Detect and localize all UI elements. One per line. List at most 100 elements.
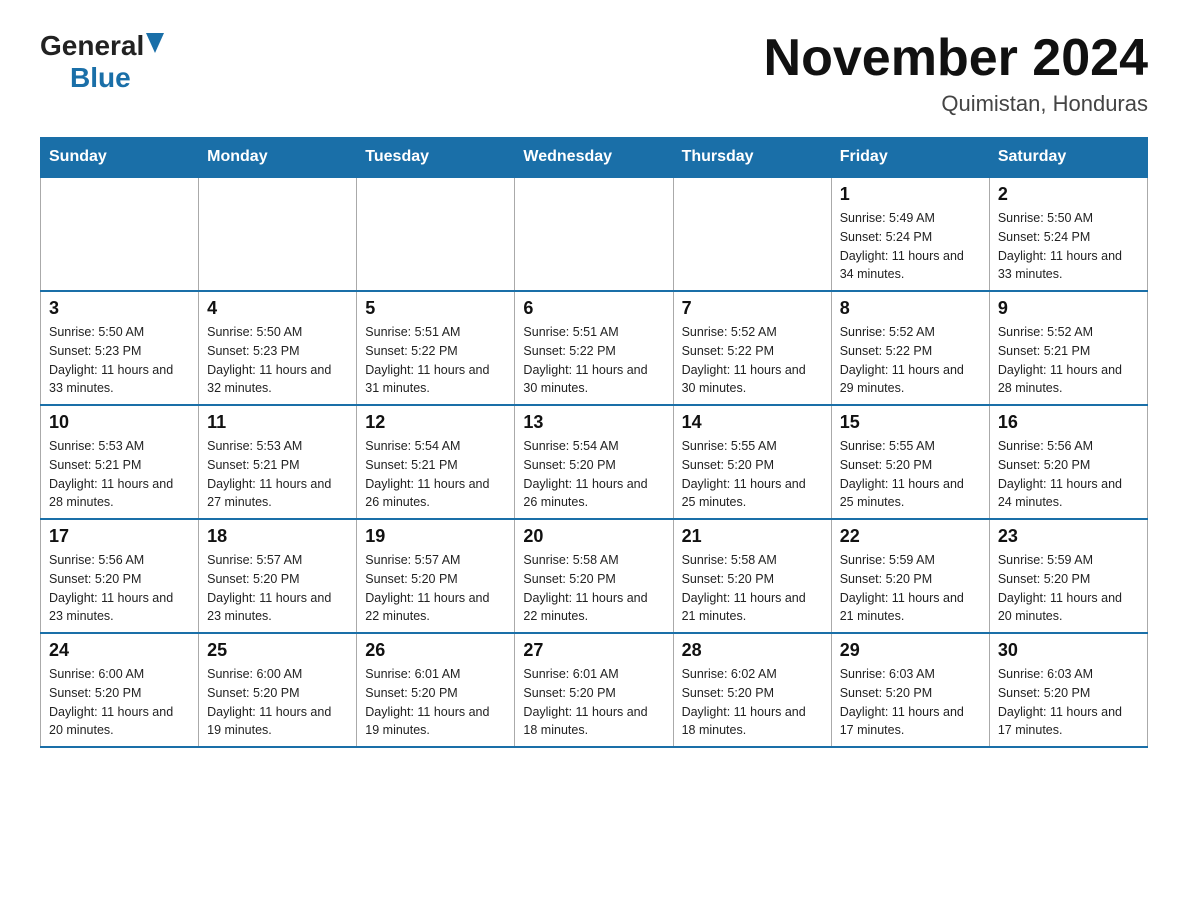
cell-week2-day1: 4 Sunrise: 5:50 AMSunset: 5:23 PMDaylight… bbox=[199, 291, 357, 405]
logo: General Blue bbox=[40, 30, 164, 94]
day-info-17: Sunrise: 5:56 AMSunset: 5:20 PMDaylight:… bbox=[49, 551, 190, 626]
day-number-19: 19 bbox=[365, 526, 506, 547]
cell-week3-day3: 13 Sunrise: 5:54 AMSunset: 5:20 PMDayligh… bbox=[515, 405, 673, 519]
day-info-23: Sunrise: 5:59 AMSunset: 5:20 PMDaylight:… bbox=[998, 551, 1139, 626]
day-number-17: 17 bbox=[49, 526, 190, 547]
day-info-7: Sunrise: 5:52 AMSunset: 5:22 PMDaylight:… bbox=[682, 323, 823, 398]
day-number-6: 6 bbox=[523, 298, 664, 319]
day-info-29: Sunrise: 6:03 AMSunset: 5:20 PMDaylight:… bbox=[840, 665, 981, 740]
header-friday: Friday bbox=[831, 138, 989, 178]
month-title: November 2024 bbox=[764, 30, 1148, 87]
day-info-6: Sunrise: 5:51 AMSunset: 5:22 PMDaylight:… bbox=[523, 323, 664, 398]
day-info-4: Sunrise: 5:50 AMSunset: 5:23 PMDaylight:… bbox=[207, 323, 348, 398]
day-info-15: Sunrise: 5:55 AMSunset: 5:20 PMDaylight:… bbox=[840, 437, 981, 512]
day-info-21: Sunrise: 5:58 AMSunset: 5:20 PMDaylight:… bbox=[682, 551, 823, 626]
day-number-15: 15 bbox=[840, 412, 981, 433]
weekday-header-row: SundayMondayTuesdayWednesdayThursdayFrid… bbox=[41, 138, 1148, 178]
day-info-22: Sunrise: 5:59 AMSunset: 5:20 PMDaylight:… bbox=[840, 551, 981, 626]
day-info-10: Sunrise: 5:53 AMSunset: 5:21 PMDaylight:… bbox=[49, 437, 190, 512]
day-number-4: 4 bbox=[207, 298, 348, 319]
cell-week3-day0: 10 Sunrise: 5:53 AMSunset: 5:21 PMDayligh… bbox=[41, 405, 199, 519]
page-header: General Blue November 2024 Quimistan, Ho… bbox=[40, 30, 1148, 117]
logo-general-text: General bbox=[40, 30, 144, 62]
calendar-table: SundayMondayTuesdayWednesdayThursdayFrid… bbox=[40, 137, 1148, 748]
day-number-13: 13 bbox=[523, 412, 664, 433]
cell-week5-day1: 25 Sunrise: 6:00 AMSunset: 5:20 PMDayligh… bbox=[199, 633, 357, 747]
week-row-3: 10 Sunrise: 5:53 AMSunset: 5:21 PMDayligh… bbox=[41, 405, 1148, 519]
cell-week5-day2: 26 Sunrise: 6:01 AMSunset: 5:20 PMDayligh… bbox=[357, 633, 515, 747]
header-tuesday: Tuesday bbox=[357, 138, 515, 178]
cell-week4-day6: 23 Sunrise: 5:59 AMSunset: 5:20 PMDayligh… bbox=[989, 519, 1147, 633]
cell-week4-day0: 17 Sunrise: 5:56 AMSunset: 5:20 PMDayligh… bbox=[41, 519, 199, 633]
header-thursday: Thursday bbox=[673, 138, 831, 178]
cell-week2-day2: 5 Sunrise: 5:51 AMSunset: 5:22 PMDaylight… bbox=[357, 291, 515, 405]
day-number-22: 22 bbox=[840, 526, 981, 547]
day-number-11: 11 bbox=[207, 412, 348, 433]
day-info-11: Sunrise: 5:53 AMSunset: 5:21 PMDaylight:… bbox=[207, 437, 348, 512]
day-info-12: Sunrise: 5:54 AMSunset: 5:21 PMDaylight:… bbox=[365, 437, 506, 512]
cell-week4-day3: 20 Sunrise: 5:58 AMSunset: 5:20 PMDayligh… bbox=[515, 519, 673, 633]
cell-week4-day5: 22 Sunrise: 5:59 AMSunset: 5:20 PMDayligh… bbox=[831, 519, 989, 633]
cell-week5-day5: 29Sunrise: 6:03 AMSunset: 5:20 PMDayligh… bbox=[831, 633, 989, 747]
cell-week2-day5: 8Sunrise: 5:52 AMSunset: 5:22 PMDaylight… bbox=[831, 291, 989, 405]
week-row-2: 3 Sunrise: 5:50 AMSunset: 5:23 PMDaylight… bbox=[41, 291, 1148, 405]
header-wednesday: Wednesday bbox=[515, 138, 673, 178]
day-number-12: 12 bbox=[365, 412, 506, 433]
day-number-21: 21 bbox=[682, 526, 823, 547]
day-number-16: 16 bbox=[998, 412, 1139, 433]
day-info-5: Sunrise: 5:51 AMSunset: 5:22 PMDaylight:… bbox=[365, 323, 506, 398]
day-number-2: 2 bbox=[998, 184, 1139, 205]
cell-week3-day2: 12 Sunrise: 5:54 AMSunset: 5:21 PMDayligh… bbox=[357, 405, 515, 519]
day-number-1: 1 bbox=[840, 184, 981, 205]
day-number-24: 24 bbox=[49, 640, 190, 661]
cell-week4-day4: 21 Sunrise: 5:58 AMSunset: 5:20 PMDayligh… bbox=[673, 519, 831, 633]
day-number-10: 10 bbox=[49, 412, 190, 433]
cell-week3-day6: 16 Sunrise: 5:56 AMSunset: 5:20 PMDayligh… bbox=[989, 405, 1147, 519]
header-sunday: Sunday bbox=[41, 138, 199, 178]
cell-week4-day2: 19 Sunrise: 5:57 AMSunset: 5:20 PMDayligh… bbox=[357, 519, 515, 633]
day-info-13: Sunrise: 5:54 AMSunset: 5:20 PMDaylight:… bbox=[523, 437, 664, 512]
cell-week1-day0 bbox=[41, 177, 199, 291]
day-info-26: Sunrise: 6:01 AMSunset: 5:20 PMDaylight:… bbox=[365, 665, 506, 740]
cell-week1-day3 bbox=[515, 177, 673, 291]
title-block: November 2024 Quimistan, Honduras bbox=[764, 30, 1148, 117]
cell-week5-day6: 30 Sunrise: 6:03 AMSunset: 5:20 PMDayligh… bbox=[989, 633, 1147, 747]
day-number-3: 3 bbox=[49, 298, 190, 319]
day-number-25: 25 bbox=[207, 640, 348, 661]
day-number-30: 30 bbox=[998, 640, 1139, 661]
day-number-23: 23 bbox=[998, 526, 1139, 547]
day-info-16: Sunrise: 5:56 AMSunset: 5:20 PMDaylight:… bbox=[998, 437, 1139, 512]
day-info-25: Sunrise: 6:00 AMSunset: 5:20 PMDaylight:… bbox=[207, 665, 348, 740]
day-number-26: 26 bbox=[365, 640, 506, 661]
day-number-8: 8 bbox=[840, 298, 981, 319]
location-subtitle: Quimistan, Honduras bbox=[764, 91, 1148, 117]
cell-week3-day1: 11 Sunrise: 5:53 AMSunset: 5:21 PMDayligh… bbox=[199, 405, 357, 519]
cell-week2-day0: 3 Sunrise: 5:50 AMSunset: 5:23 PMDaylight… bbox=[41, 291, 199, 405]
cell-week5-day3: 27Sunrise: 6:01 AMSunset: 5:20 PMDayligh… bbox=[515, 633, 673, 747]
header-saturday: Saturday bbox=[989, 138, 1147, 178]
cell-week1-day6: 2Sunrise: 5:50 AMSunset: 5:24 PMDaylight… bbox=[989, 177, 1147, 291]
day-info-28: Sunrise: 6:02 AMSunset: 5:20 PMDaylight:… bbox=[682, 665, 823, 740]
cell-week4-day1: 18Sunrise: 5:57 AMSunset: 5:20 PMDayligh… bbox=[199, 519, 357, 633]
cell-week2-day6: 9Sunrise: 5:52 AMSunset: 5:21 PMDaylight… bbox=[989, 291, 1147, 405]
cell-week3-day4: 14 Sunrise: 5:55 AMSunset: 5:20 PMDayligh… bbox=[673, 405, 831, 519]
header-monday: Monday bbox=[199, 138, 357, 178]
cell-week1-day2 bbox=[357, 177, 515, 291]
day-info-14: Sunrise: 5:55 AMSunset: 5:20 PMDaylight:… bbox=[682, 437, 823, 512]
cell-week1-day5: 1 Sunrise: 5:49 AMSunset: 5:24 PMDaylight… bbox=[831, 177, 989, 291]
cell-week3-day5: 15 Sunrise: 5:55 AMSunset: 5:20 PMDayligh… bbox=[831, 405, 989, 519]
cell-week2-day3: 6 Sunrise: 5:51 AMSunset: 5:22 PMDaylight… bbox=[515, 291, 673, 405]
day-info-18: Sunrise: 5:57 AMSunset: 5:20 PMDaylight:… bbox=[207, 551, 348, 626]
day-number-5: 5 bbox=[365, 298, 506, 319]
day-number-7: 7 bbox=[682, 298, 823, 319]
day-info-3: Sunrise: 5:50 AMSunset: 5:23 PMDaylight:… bbox=[49, 323, 190, 398]
day-number-14: 14 bbox=[682, 412, 823, 433]
day-number-20: 20 bbox=[523, 526, 664, 547]
day-info-20: Sunrise: 5:58 AMSunset: 5:20 PMDaylight:… bbox=[523, 551, 664, 626]
day-info-27: Sunrise: 6:01 AMSunset: 5:20 PMDaylight:… bbox=[523, 665, 664, 740]
day-info-19: Sunrise: 5:57 AMSunset: 5:20 PMDaylight:… bbox=[365, 551, 506, 626]
day-info-1: Sunrise: 5:49 AMSunset: 5:24 PMDaylight:… bbox=[840, 209, 981, 284]
cell-week5-day4: 28Sunrise: 6:02 AMSunset: 5:20 PMDayligh… bbox=[673, 633, 831, 747]
logo-triangle-icon bbox=[146, 33, 164, 58]
day-info-30: Sunrise: 6:03 AMSunset: 5:20 PMDaylight:… bbox=[998, 665, 1139, 740]
